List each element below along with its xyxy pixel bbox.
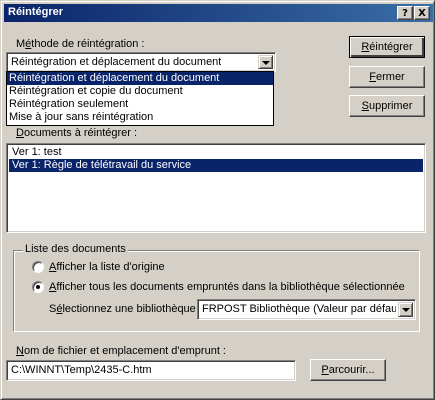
- method-option[interactable]: Mise à jour sans réintégration: [7, 111, 273, 124]
- show-original-list-radio[interactable]: [32, 261, 44, 273]
- file-label: Nom de fichier et emplacement d'emprunt …: [16, 345, 226, 357]
- method-selected-value: Réintégration et déplacement du document: [11, 56, 222, 68]
- file-path-value: C:\WINNT\Temp\2435-C.htm: [11, 364, 152, 376]
- library-selected-value: FRPOST Bibliothèque (Valeur par défaut): [202, 303, 396, 315]
- help-button[interactable]: ?: [397, 6, 413, 20]
- fermer-button[interactable]: Fermer: [349, 66, 425, 88]
- reintegrer-dialog: Réintégrer ? X Méthode de réintégration …: [0, 0, 435, 400]
- close-button[interactable]: X: [414, 6, 430, 20]
- reintegrer-button[interactable]: Réintégrer: [349, 36, 425, 58]
- method-combobox[interactable]: Réintégration et déplacement du document: [6, 52, 276, 72]
- title-bar[interactable]: Réintégrer ? X: [4, 4, 433, 22]
- documents-label: Documents à réintégrer :: [16, 127, 138, 139]
- method-option[interactable]: Réintégration et copie du document: [7, 85, 273, 98]
- chevron-down-icon: [262, 61, 270, 65]
- method-label: Méthode de réintégration :: [16, 38, 145, 50]
- show-original-list-label[interactable]: Afficher la liste d'origine: [49, 261, 165, 273]
- chevron-down-icon: [402, 308, 410, 312]
- library-combobox[interactable]: FRPOST Bibliothèque (Valeur par défaut): [197, 299, 416, 320]
- method-option[interactable]: Réintégration et déplacement du document: [7, 72, 273, 85]
- radio-selected-dot: [36, 285, 40, 289]
- method-dropdown-arrow[interactable]: [258, 55, 273, 69]
- method-dropdown-list: Réintégration et déplacement du document…: [6, 71, 274, 126]
- window-title: Réintégrer: [8, 6, 64, 18]
- library-dropdown-arrow[interactable]: [398, 302, 413, 317]
- documents-list[interactable]: Ver 1: test Ver 1: Règle de télétravail …: [6, 143, 426, 233]
- document-row[interactable]: Ver 1: Règle de télétravail du service: [9, 159, 423, 172]
- show-all-borrowed-label[interactable]: Afficher tous les documents empruntés da…: [49, 281, 405, 293]
- groupbox-legend: Liste des documents: [23, 243, 128, 255]
- parcourir-button[interactable]: Parcourir...: [310, 359, 386, 381]
- library-label: Sélectionnez une bibliothèque :: [49, 303, 202, 315]
- document-row[interactable]: Ver 1: test: [9, 146, 423, 159]
- method-option[interactable]: Réintégration seulement: [7, 98, 273, 111]
- show-all-borrowed-radio[interactable]: [32, 281, 44, 293]
- file-path-input[interactable]: C:\WINNT\Temp\2435-C.htm: [6, 360, 296, 381]
- supprimer-button[interactable]: Supprimer: [349, 95, 425, 117]
